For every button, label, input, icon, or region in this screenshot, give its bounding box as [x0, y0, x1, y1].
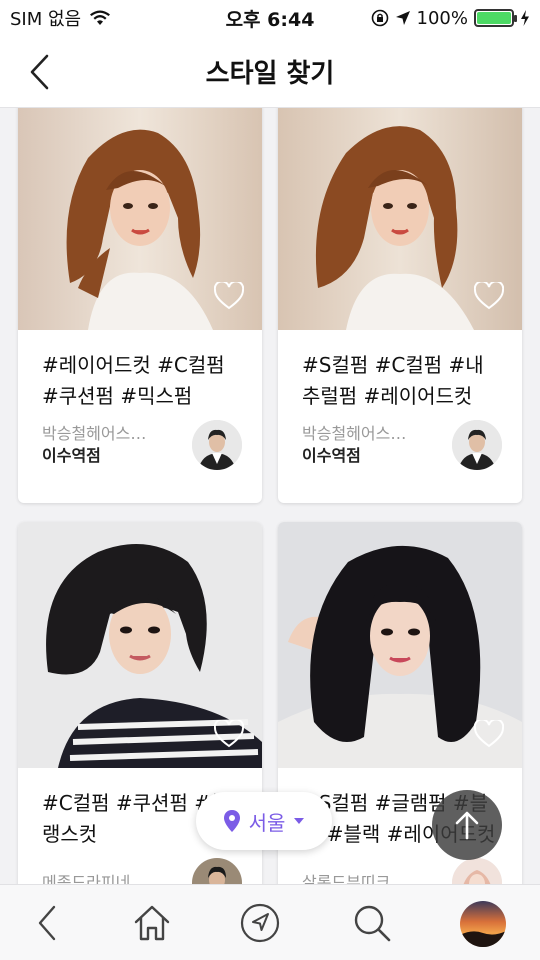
home-icon[interactable]	[132, 903, 172, 943]
stylist-avatar[interactable]	[452, 420, 502, 470]
salon-branch[interactable]: 이수역점	[42, 445, 146, 467]
location-label: 서울	[248, 810, 286, 835]
location-filter-button[interactable]: 서울	[196, 792, 332, 850]
nav-bar: 스타일 찾기	[0, 36, 540, 108]
salon-name[interactable]: 박승철헤어스…	[42, 423, 146, 445]
back-icon[interactable]	[28, 903, 68, 943]
status-bar: SIM 없음 오후 6:44 100%	[0, 0, 540, 36]
tab-bar	[0, 884, 540, 960]
salon-name[interactable]: 살롱드부띠크	[302, 872, 390, 884]
style-photo[interactable]	[278, 108, 522, 330]
scroll-top-button[interactable]	[432, 790, 502, 860]
heart-icon[interactable]	[214, 720, 244, 748]
heart-icon[interactable]	[214, 282, 244, 310]
heart-icon[interactable]	[474, 282, 504, 310]
salon-branch[interactable]: 이수역점	[302, 445, 406, 467]
arrow-up-icon	[455, 811, 479, 840]
chevron-left-icon[interactable]	[22, 52, 62, 92]
carrier-label: SIM 없음	[10, 9, 82, 30]
search-icon[interactable]	[352, 903, 392, 943]
style-feed[interactable]: #레이어드컷 #C컬펌 #쿠션펌 #믹스펌 박승철헤어스… 이수역점 #S컬펌 …	[0, 108, 540, 884]
battery-icon	[474, 9, 517, 27]
map-pin-icon	[223, 810, 240, 832]
stylist-avatar[interactable]	[452, 858, 502, 884]
heart-icon[interactable]	[474, 720, 504, 748]
page-title: 스타일 찾기	[205, 59, 335, 89]
salon-name[interactable]: 메종드라피네	[42, 872, 130, 884]
rotation-lock-icon	[371, 9, 388, 27]
stylist-avatar[interactable]	[192, 420, 242, 470]
wifi-icon	[90, 10, 111, 25]
style-photo[interactable]	[278, 522, 522, 768]
location-arrow-icon	[395, 11, 410, 25]
style-photo[interactable]	[18, 108, 262, 330]
style-tags: #레이어드컷 #C컬펌 #쿠션펌 #믹스펌	[42, 353, 225, 408]
battery-percent: 100%	[416, 7, 468, 29]
style-tags: #S컬펌 #C컬펌 #내추럴펌 #레이어드컷	[302, 353, 484, 408]
style-card[interactable]: #S컬펌 #C컬펌 #내추럴펌 #레이어드컷 박승철헤어스… 이수역점	[278, 108, 522, 503]
stylist-avatar[interactable]	[192, 858, 242, 884]
caret-down-icon	[294, 818, 305, 824]
style-photo[interactable]	[18, 522, 262, 768]
style-card[interactable]: #레이어드컷 #C컬펌 #쿠션펌 #믹스펌 박승철헤어스… 이수역점	[18, 108, 262, 503]
charging-icon	[521, 10, 529, 26]
salon-name[interactable]: 박승철헤어스…	[302, 423, 406, 445]
navigation-icon[interactable]	[240, 903, 280, 943]
profile-avatar[interactable]	[460, 901, 506, 947]
